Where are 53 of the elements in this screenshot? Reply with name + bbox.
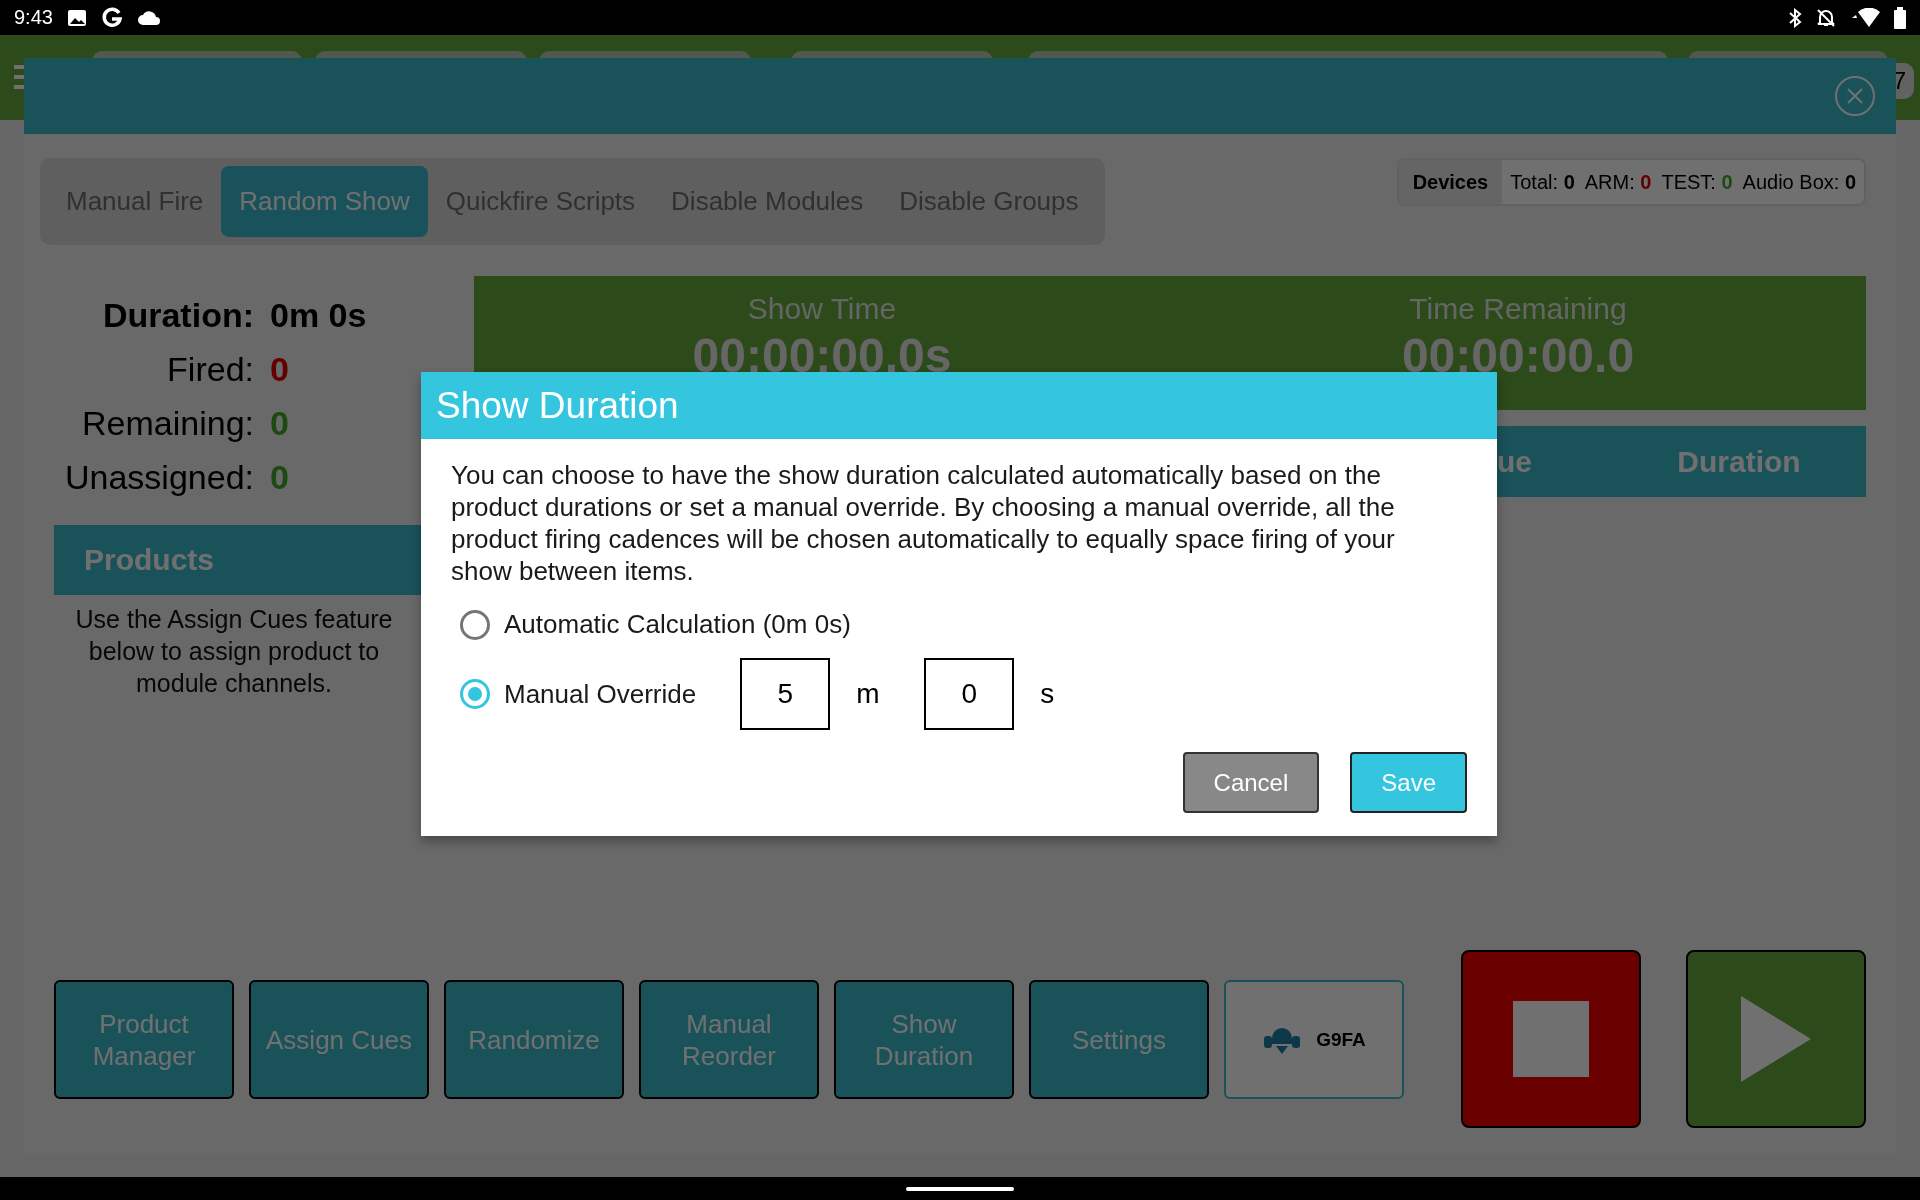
muted-bell-icon: [1816, 7, 1836, 28]
radio-button[interactable]: [460, 679, 490, 709]
play-button[interactable]: [1686, 950, 1866, 1128]
count-value: 0: [1640, 170, 1652, 193]
unit-label: s: [1040, 678, 1056, 710]
action-button[interactable]: Manual Reorder: [639, 980, 819, 1099]
tab[interactable]: Random Show: [221, 166, 428, 237]
action-button[interactable]: Settings: [1029, 980, 1209, 1099]
clock-time: 9:43: [14, 6, 53, 29]
unit-label: m: [856, 678, 881, 710]
column-header: ue: [1497, 444, 1532, 479]
count-value: 0: [1844, 170, 1856, 193]
timer-label: Show Time: [747, 292, 897, 326]
stat-label: Remaining:: [81, 404, 254, 443]
dialog-message: You can choose to have the show duration calculated automatically based on the product durations or set a manual override. By choosing a manual override, all the product firing cadences will be chosen automatically to equally space firing of your show between items.: [451, 459, 1396, 587]
count-label: TEST:: [1661, 170, 1716, 193]
action-button[interactable]: Assign Cues: [249, 980, 429, 1099]
count-value: 0: [1721, 170, 1733, 193]
radio-button[interactable]: [460, 609, 490, 640]
devices-label: Devices: [1398, 160, 1503, 204]
stat-label: Unassigned:: [64, 458, 254, 497]
option-label: Manual Override: [504, 678, 697, 710]
products-hint: Use the Assign Cues feature below to assign product to module channels.: [74, 604, 394, 699]
bluetooth-icon: [1788, 7, 1802, 28]
stat-value: 0m 0s: [270, 296, 368, 335]
wifi-icon: [1850, 7, 1880, 28]
count-label: Total:: [1510, 170, 1559, 193]
action-button[interactable]: Show Duration: [834, 980, 1014, 1099]
google-g-icon: [100, 6, 123, 29]
option-label: Automatic Calculation (0m 0s): [504, 609, 851, 640]
count-label: ARM:: [1584, 170, 1635, 193]
timer-label: Time Remaining: [1409, 292, 1627, 326]
seconds-field[interactable]: 0: [924, 658, 1015, 730]
action-button[interactable]: Randomize: [444, 980, 624, 1099]
column-header: Duration: [1677, 444, 1801, 479]
cancel-button[interactable]: Cancel: [1182, 752, 1320, 813]
action-button[interactable]: Product Manager: [54, 980, 234, 1099]
dialog-title: Show Duration: [421, 372, 1497, 439]
stop-icon: [1513, 1001, 1589, 1077]
home-handle[interactable]: [906, 1186, 1014, 1191]
battery-icon: [1894, 6, 1906, 29]
cloud-icon: [136, 9, 161, 26]
count-value: 0: [1563, 170, 1575, 193]
stat-label: Fired:: [166, 350, 254, 389]
device-button[interactable]: G9FA: [1224, 980, 1404, 1099]
stop-button[interactable]: [1461, 950, 1641, 1128]
stat-value: 0: [270, 350, 290, 389]
play-icon: [1741, 996, 1811, 1082]
image-icon: [66, 8, 87, 27]
minutes-field[interactable]: 5: [740, 658, 831, 730]
save-button[interactable]: Save: [1350, 752, 1467, 813]
count-label: Audio Box:: [1742, 170, 1840, 193]
stat-label: Duration:: [101, 296, 254, 335]
